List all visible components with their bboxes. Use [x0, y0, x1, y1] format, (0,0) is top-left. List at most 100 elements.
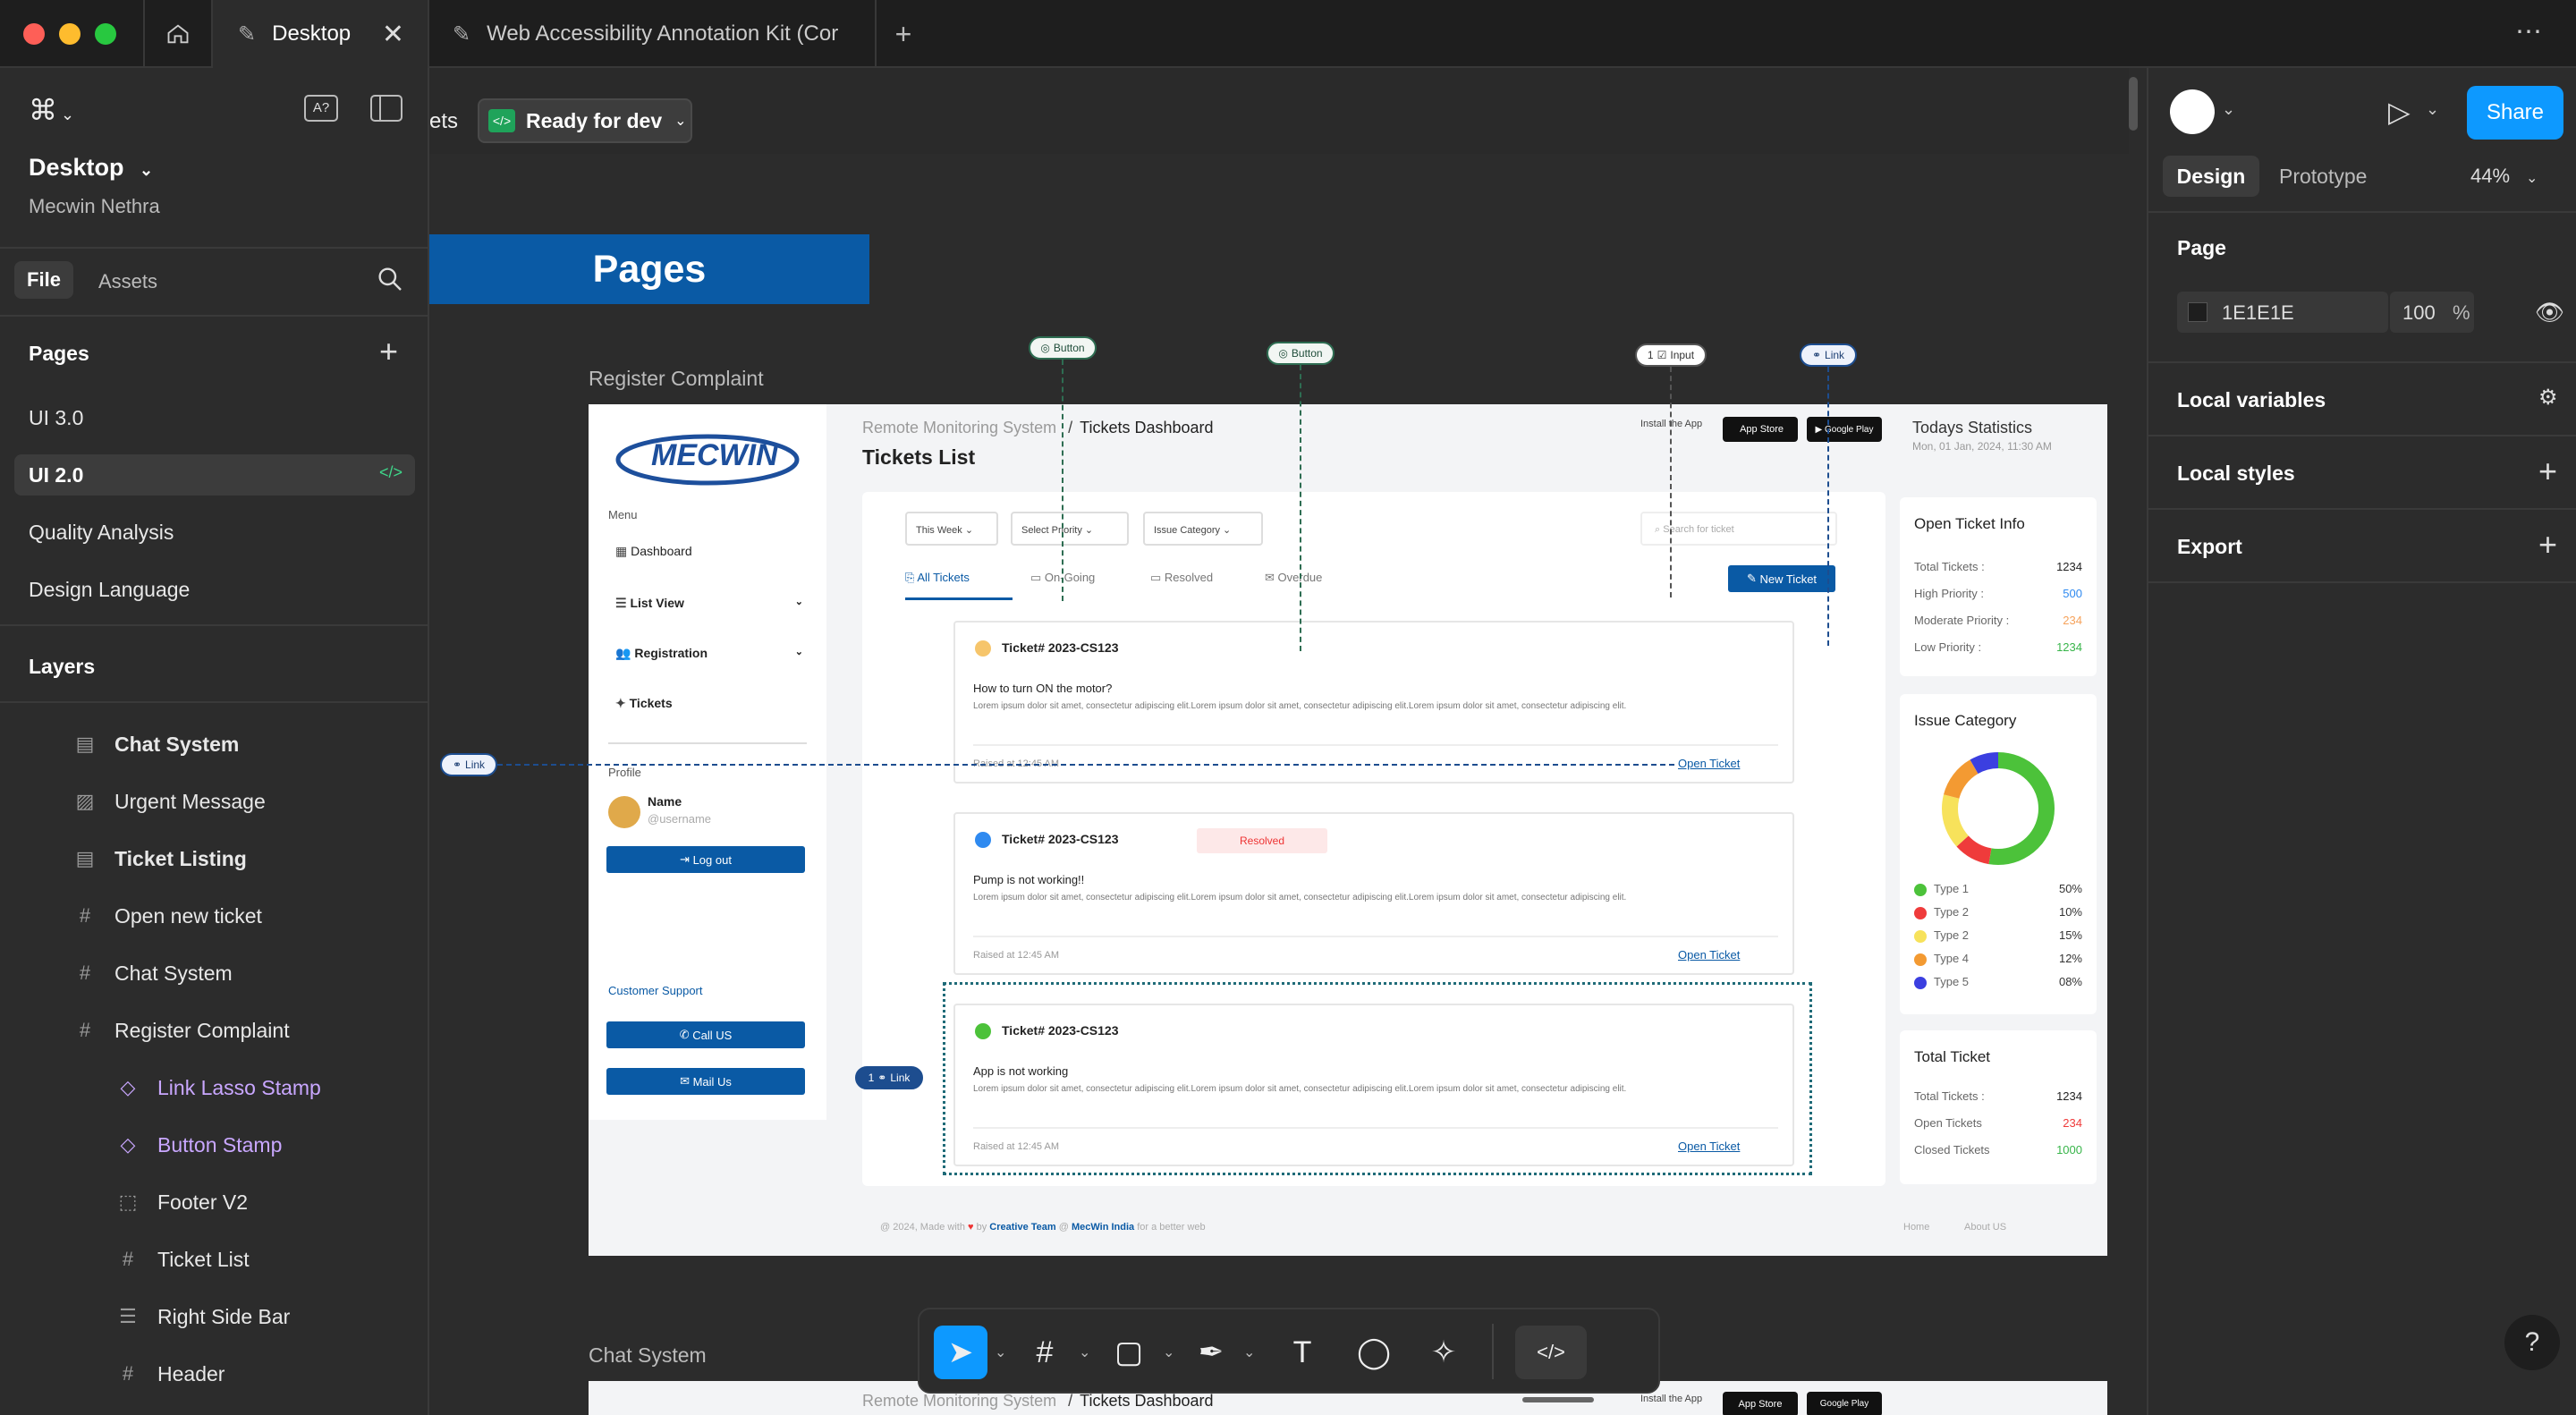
page-color-field[interactable]: 1E1E1E [2177, 292, 2388, 333]
tab-all-tickets[interactable]: ⎘ All Tickets [905, 571, 970, 585]
layer-item[interactable]: ▤ Ticket Listing [0, 830, 429, 887]
layer-item[interactable]: # Chat System [0, 945, 429, 1002]
move-tool-icon[interactable]: ➤ [934, 1326, 987, 1379]
dev-mode-toggle-icon[interactable]: </> [1515, 1326, 1587, 1379]
link-annotation[interactable]: ⚭ Link [1800, 343, 1857, 367]
rectangle-tool-icon[interactable]: ▢ [1102, 1326, 1156, 1379]
ai-tool-icon[interactable]: ✧ [1417, 1326, 1470, 1379]
frame-label[interactable]: Chat System [589, 1343, 707, 1368]
chevron-down-icon[interactable]: ⌄ [1163, 1343, 1174, 1361]
variables-icon[interactable]: ⚙ [2538, 385, 2558, 411]
ready-for-dev-badge[interactable]: </> Ready for dev ⌄ [478, 98, 692, 143]
tab-overdue[interactable]: ✉ Overdue [1265, 571, 1322, 585]
footer-home-link[interactable]: Home [1903, 1222, 1929, 1233]
layer-item[interactable]: ☰ Right Side Bar [0, 1288, 429, 1345]
tab-prototype[interactable]: Prototype [2279, 165, 2367, 189]
filter-week[interactable]: This Week ⌄ [905, 512, 998, 546]
page-item[interactable]: UI 3.0 [29, 406, 386, 430]
page-item[interactable]: Quality Analysis [29, 521, 386, 545]
canvas[interactable]: ets </> Ready for dev ⌄ Pages Register C… [429, 68, 2147, 1415]
tab-design[interactable]: Design [2163, 156, 2259, 197]
vertical-scrollbar[interactable] [2129, 77, 2138, 131]
app-store-badge[interactable]: App Store [1723, 1392, 1798, 1415]
search-icon[interactable] [376, 265, 404, 298]
help-icon[interactable]: ? [2504, 1315, 2560, 1370]
home-tab[interactable] [143, 0, 213, 68]
chevron-down-icon[interactable]: ⌄ [1079, 1343, 1090, 1361]
pen-tool-icon[interactable]: ✒ [1184, 1326, 1238, 1379]
filter-priority[interactable]: Select Priority ⌄ [1011, 512, 1129, 546]
avatar[interactable] [2170, 89, 2215, 134]
layer-item[interactable]: ◇ Button Stamp [0, 1116, 429, 1174]
horizontal-scrollbar[interactable] [1522, 1397, 1594, 1402]
local-styles-title[interactable]: Local styles [2177, 462, 2295, 486]
layer-item[interactable]: ▨ Urgent Message [0, 773, 429, 830]
share-button[interactable]: Share [2467, 86, 2563, 140]
page-opacity-field[interactable]: 100 % [2390, 292, 2474, 333]
frame-label[interactable]: Register Complaint [589, 367, 764, 391]
open-ticket-link[interactable]: Open Ticket [1678, 757, 1740, 770]
menu-list-view[interactable]: ☰ List View ⌄ [615, 596, 803, 611]
toggle-sidebar-icon[interactable] [370, 95, 402, 122]
figma-menu-icon[interactable]: ⌘ ⌄ [29, 93, 74, 127]
tab-annotation-kit[interactable]: ✎ Web Accessibility Annotation Kit (Cor [429, 0, 877, 68]
layer-item[interactable]: ◇ Link Lasso Stamp [0, 1059, 429, 1116]
tab-file[interactable]: File [14, 261, 73, 299]
logout-button[interactable]: ⇥ Log out [606, 846, 805, 873]
more-options-icon[interactable]: ⋯ [2515, 16, 2542, 47]
add-style-icon[interactable]: + [2538, 453, 2557, 490]
chevron-down-icon[interactable]: ⌄ [2426, 100, 2439, 119]
tab-assets[interactable]: Assets [98, 270, 157, 293]
layer-item[interactable]: ⬚ Footer V2 [0, 1174, 429, 1231]
layer-item[interactable]: ▤ Chat System [0, 716, 429, 773]
export-title[interactable]: Export [2177, 535, 2242, 559]
close-tab-icon[interactable]: ✕ [382, 19, 404, 50]
menu-dashboard[interactable]: ▦ Dashboard [615, 544, 692, 559]
present-play-icon[interactable]: ▷ [2388, 95, 2411, 129]
google-play-badge[interactable]: Google Play [1807, 1392, 1882, 1415]
mail-us-button[interactable]: ✉ Mail Us [606, 1068, 805, 1095]
add-page-icon[interactable]: + [379, 333, 398, 370]
open-ticket-link[interactable]: Open Ticket [1678, 948, 1740, 962]
link-annotation[interactable]: ⚭ Link [440, 753, 497, 776]
menu-tickets[interactable]: ✦ Tickets [615, 696, 673, 711]
zoom-level[interactable]: 44% ⌄ [2470, 165, 2538, 188]
page-item-selected[interactable]: UI 2.0 </> [14, 454, 415, 496]
menu-registration[interactable]: 👥 Registration ⌄ [615, 646, 803, 661]
file-name[interactable]: Desktop ⌄ [29, 154, 153, 182]
button-annotation[interactable]: ◎ Button [1267, 342, 1335, 365]
tab-resolved[interactable]: ▭ Resolved [1150, 571, 1213, 585]
chevron-down-icon[interactable]: ⌄ [1243, 1343, 1255, 1361]
local-variables-title[interactable]: Local variables [2177, 388, 2326, 412]
footer-about-link[interactable]: About US [1964, 1222, 2006, 1233]
comment-tool-icon[interactable]: ◯ [1347, 1326, 1401, 1379]
frame-tool-icon[interactable]: # [1018, 1326, 1072, 1379]
layer-item[interactable]: # Header [0, 1345, 429, 1402]
layer-item[interactable]: # Register Complaint [0, 1002, 429, 1059]
layer-item[interactable]: # Open new ticket [0, 887, 429, 945]
close-window-button[interactable] [23, 23, 45, 45]
google-play-badge[interactable]: ▶ Google Play [1807, 417, 1882, 442]
call-us-button[interactable]: ✆ Call US [606, 1021, 805, 1048]
color-swatch[interactable] [2188, 302, 2207, 322]
new-tab-button[interactable]: + [877, 0, 930, 68]
chevron-down-icon[interactable]: ⌄ [995, 1343, 1006, 1361]
text-tool-icon[interactable]: T [1275, 1326, 1329, 1379]
link-annotation[interactable]: 1 ⚭ Link [855, 1066, 923, 1089]
add-export-icon[interactable]: + [2538, 526, 2557, 563]
input-annotation[interactable]: 1 ☑ Input [1635, 343, 1707, 367]
visibility-eye-icon[interactable]: 👁 [2535, 299, 2564, 326]
app-store-badge[interactable]: App Store [1723, 417, 1798, 442]
minimize-window-button[interactable] [59, 23, 80, 45]
filter-category[interactable]: Issue Category ⌄ [1143, 512, 1263, 546]
link-lasso-stamp[interactable] [943, 982, 1812, 1175]
layer-item[interactable]: # Ticket List [0, 1231, 429, 1288]
tab-desktop[interactable]: ✎ Desktop ✕ [213, 0, 429, 68]
button-annotation[interactable]: ◎ Button [1029, 336, 1097, 360]
page-item[interactable]: Design Language [29, 578, 386, 602]
zoom-window-button[interactable] [95, 23, 116, 45]
ai-text-icon[interactable]: A? [304, 95, 338, 122]
color-hex[interactable]: 1E1E1E [2222, 301, 2294, 325]
chevron-down-icon[interactable]: ⌄ [2222, 100, 2235, 119]
new-ticket-button[interactable]: ✎ New Ticket [1728, 565, 1835, 592]
